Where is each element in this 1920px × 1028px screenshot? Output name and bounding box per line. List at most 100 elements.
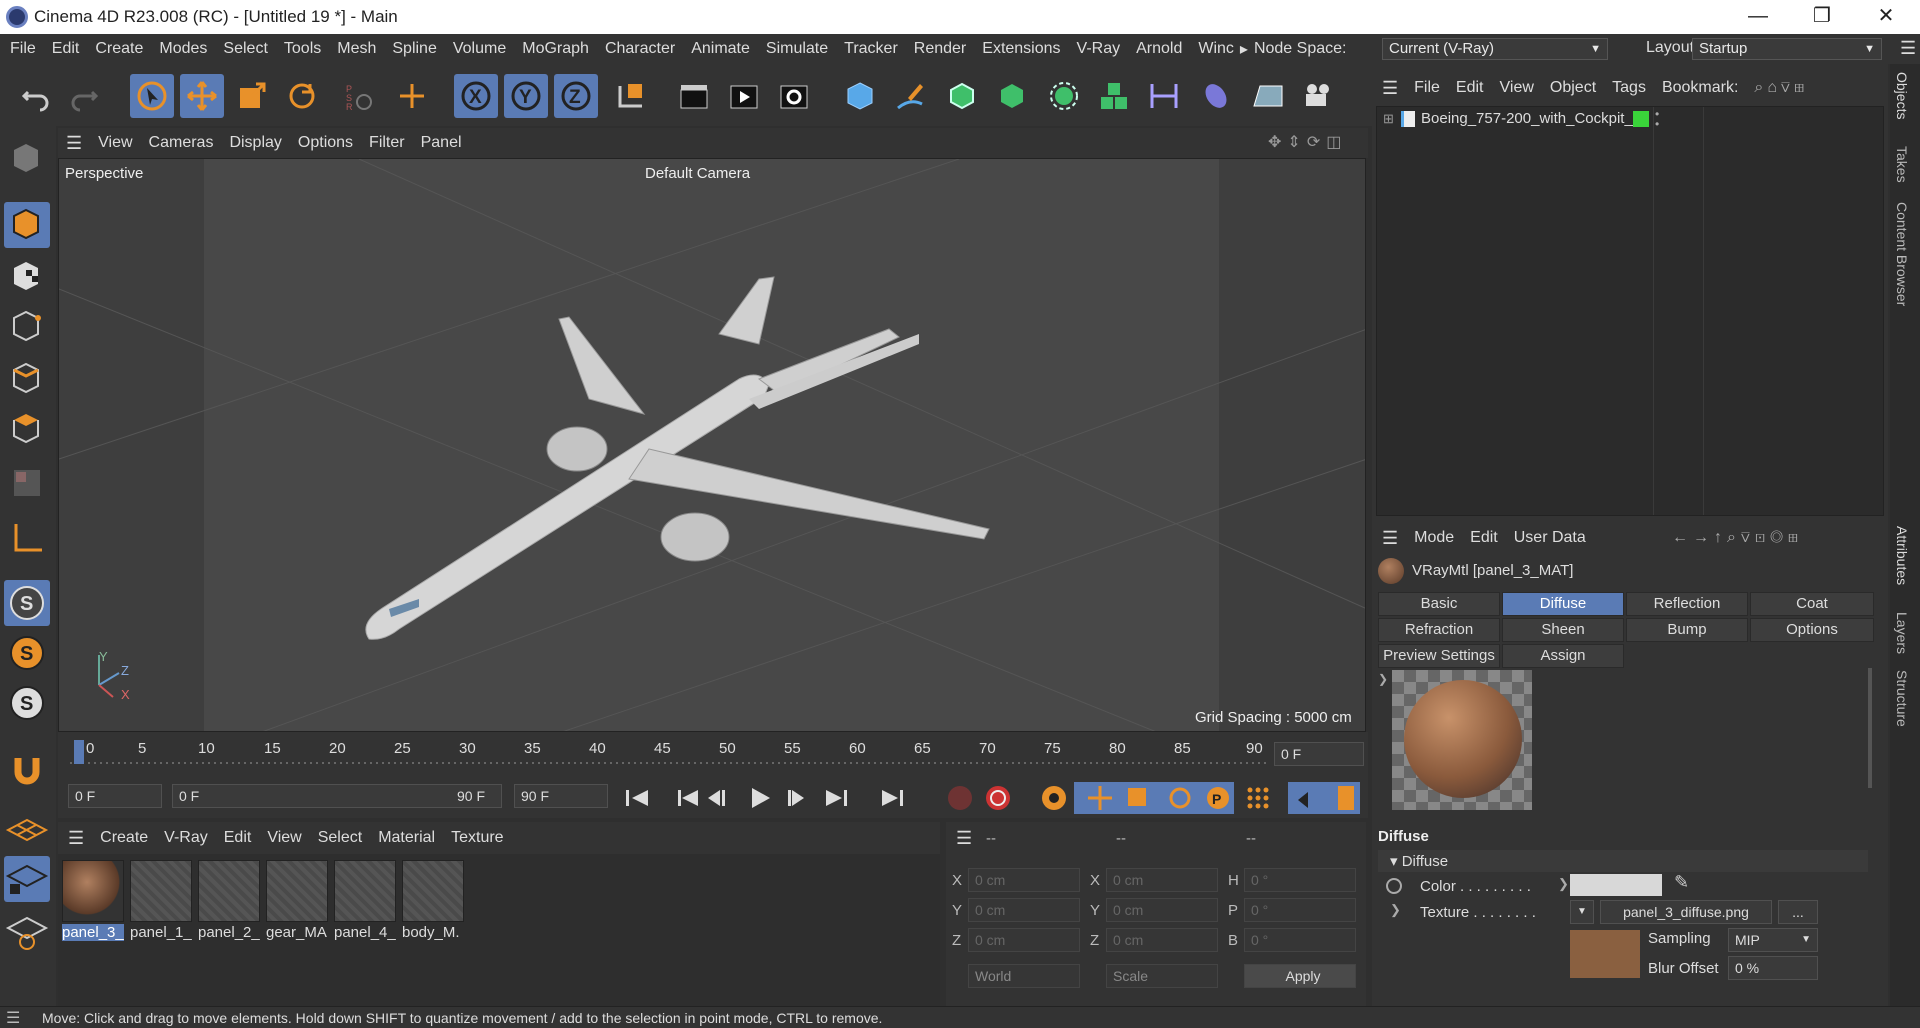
viewport-menu-view[interactable]: View	[98, 134, 132, 152]
end-frame-field[interactable]: 90 F	[514, 784, 608, 808]
tab-refraction[interactable]: Refraction	[1378, 618, 1500, 642]
scrollbar[interactable]	[1868, 668, 1872, 788]
render-to-picture-viewer-button[interactable]	[722, 74, 766, 118]
menu-tracker[interactable]: Tracker	[844, 40, 898, 58]
menu-mesh[interactable]: Mesh	[337, 40, 376, 58]
attribute-menu-edit[interactable]: Edit	[1470, 529, 1498, 547]
apply-button[interactable]: Apply	[1244, 964, 1356, 988]
color-swatch[interactable]	[1570, 874, 1662, 896]
psr-button[interactable]: PSR	[336, 74, 380, 118]
texture-dropdown[interactable]: ▼	[1570, 900, 1594, 924]
object-search-filter-icons[interactable]: ⌕⌂⊽⊞	[1754, 79, 1808, 97]
sidetab-objects[interactable]: Objects	[1894, 72, 1910, 119]
menu-tools[interactable]: Tools	[284, 40, 321, 58]
minimize-button[interactable]: —	[1726, 0, 1790, 34]
rotate-tool-button[interactable]	[280, 74, 324, 118]
camera-button[interactable]	[1296, 74, 1340, 118]
current-frame-field[interactable]: 0 F	[1274, 742, 1364, 766]
menu-arnold[interactable]: Arnold	[1136, 40, 1182, 58]
object-menu-object[interactable]: Object	[1550, 79, 1596, 97]
object-row[interactable]: ⊞ Boeing_757-200_with_Cockpit_g • •	[1377, 107, 1883, 133]
eyedropper-icon[interactable]: ✎	[1674, 872, 1689, 893]
material-menu-view[interactable]: View	[267, 829, 301, 847]
planar-workplane-button[interactable]	[4, 908, 50, 954]
expand-texture-icon[interactable]: ❯	[1390, 902, 1401, 918]
coordinate-system-button[interactable]	[608, 74, 652, 118]
frame-range-slider[interactable]: 0 F 90 F	[172, 784, 502, 808]
coord-hamburger-icon[interactable]: ☰	[956, 828, 972, 849]
position-y-field[interactable]: 0 cm	[968, 898, 1080, 922]
viewport-hamburger-icon[interactable]: ☰	[66, 133, 82, 154]
expand-icon[interactable]: ⊞	[1383, 111, 1394, 127]
menu-select[interactable]: Select	[223, 40, 267, 58]
deformer-button[interactable]	[1142, 74, 1186, 118]
menu-animate[interactable]: Animate	[691, 40, 750, 58]
menu-extensions[interactable]: Extensions	[982, 40, 1060, 58]
viewport-menu-options[interactable]: Options	[298, 134, 353, 152]
menu-character[interactable]: Character	[605, 40, 675, 58]
rotation-p-field[interactable]: 0 °	[1244, 898, 1356, 922]
position-x-field[interactable]: 0 cm	[968, 868, 1080, 892]
material-menu-vray[interactable]: V-Ray	[164, 829, 208, 847]
tab-coat[interactable]: Coat	[1750, 592, 1874, 616]
material-menu-edit[interactable]: Edit	[224, 829, 252, 847]
object-menu-tags[interactable]: Tags	[1612, 79, 1646, 97]
coordinate-space-select[interactable]: World	[968, 964, 1080, 988]
menu-spline[interactable]: Spline	[392, 40, 436, 58]
select-tool-button[interactable]	[130, 74, 174, 118]
floor-button[interactable]	[1246, 74, 1290, 118]
snap-solo-button[interactable]: S	[4, 580, 50, 626]
material-menu-texture[interactable]: Texture	[451, 829, 503, 847]
playback-controls[interactable]	[620, 782, 950, 814]
size-mode-select[interactable]: Scale	[1106, 964, 1218, 988]
locked-workplane-button[interactable]	[4, 856, 50, 902]
menu-simulate[interactable]: Simulate	[766, 40, 828, 58]
start-frame-field[interactable]: 0 F	[68, 784, 162, 808]
axis-mode-button[interactable]	[4, 516, 50, 562]
texture-file-field[interactable]: panel_3_diffuse.png	[1600, 900, 1772, 924]
undo-button[interactable]	[14, 74, 58, 118]
layout-select[interactable]: Startup ▼	[1692, 38, 1882, 60]
material-swatch[interactable]: gear_MA	[266, 860, 328, 946]
object-menu-view[interactable]: View	[1500, 79, 1534, 97]
sidetab-content-browser[interactable]: Content Browser	[1894, 202, 1910, 306]
playhead[interactable]	[74, 740, 84, 764]
tab-basic[interactable]: Basic	[1378, 592, 1500, 616]
object-menu-edit[interactable]: Edit	[1456, 79, 1484, 97]
menu-edit[interactable]: Edit	[52, 40, 80, 58]
tab-preview-settings[interactable]: Preview Settings	[1378, 644, 1500, 668]
panel-menu-icon[interactable]: ☰	[1900, 38, 1916, 59]
uv-mode-button[interactable]	[4, 460, 50, 506]
mograph-button[interactable]	[1092, 74, 1136, 118]
sidetab-attributes[interactable]: Attributes	[1894, 526, 1910, 585]
sidetab-structure[interactable]: Structure	[1894, 670, 1910, 727]
tab-assign[interactable]: Assign	[1502, 644, 1624, 668]
material-swatch[interactable]: panel_2_	[198, 860, 260, 946]
attribute-nav-icons[interactable]: ←→↑⌕⊽⊡◎⊞	[1672, 529, 1803, 547]
cube-button[interactable]	[838, 74, 882, 118]
position-z-field[interactable]: 0 cm	[968, 928, 1080, 952]
redo-button[interactable]	[62, 74, 106, 118]
animate-radio-icon[interactable]	[1386, 878, 1402, 894]
extrude-button[interactable]	[990, 74, 1034, 118]
rotation-b-field[interactable]: 0 °	[1244, 928, 1356, 952]
menu-render[interactable]: Render	[914, 40, 966, 58]
make-editable-button[interactable]	[4, 136, 50, 182]
edge-mode-button[interactable]	[4, 356, 50, 402]
tab-options[interactable]: Options	[1750, 618, 1874, 642]
timeline-ruler[interactable]: 0 5 10 15 20 25 30 35 40 45 50 55 60 65 …	[58, 732, 1368, 778]
menu-modes[interactable]: Modes	[159, 40, 207, 58]
material-hamburger-icon[interactable]: ☰	[68, 828, 84, 849]
render-settings-button[interactable]	[772, 74, 816, 118]
polygon-mode-button[interactable]	[4, 406, 50, 452]
tab-bump[interactable]: Bump	[1626, 618, 1748, 642]
material-swatch[interactable]: panel_4_	[334, 860, 396, 946]
scale-tool-button[interactable]	[230, 74, 274, 118]
perspective-viewport[interactable]: Perspective Default Camera Grid Spacing …	[58, 158, 1366, 732]
pen-tool-button[interactable]	[888, 74, 932, 118]
model-mode-button[interactable]	[4, 202, 50, 248]
object-hamburger-icon[interactable]: ☰	[1382, 78, 1398, 99]
material-swatch[interactable]: panel_1_	[130, 860, 192, 946]
size-z-field[interactable]: 0 cm	[1106, 928, 1218, 952]
menu-volume[interactable]: Volume	[453, 40, 506, 58]
